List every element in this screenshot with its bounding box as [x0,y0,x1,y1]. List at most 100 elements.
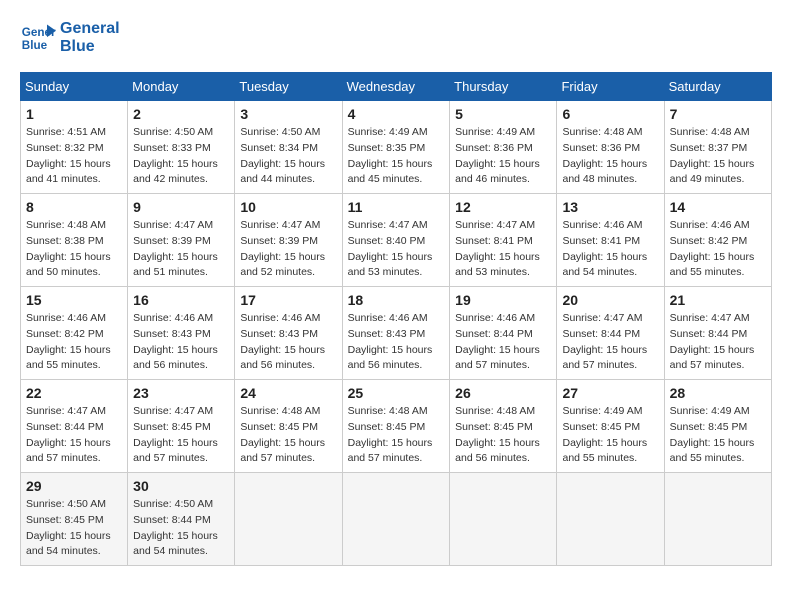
day-number: 25 [348,385,445,401]
day-info: Sunrise: 4:49 AMSunset: 8:35 PMDaylight:… [348,125,445,188]
cell-week1-col5: 6 Sunrise: 4:48 AMSunset: 8:36 PMDayligh… [557,101,664,194]
day-number: 8 [26,199,122,215]
day-info: Sunrise: 4:49 AMSunset: 8:45 PMDaylight:… [670,404,766,467]
page-header: General Blue General Blue [20,20,772,56]
day-info: Sunrise: 4:47 AMSunset: 8:39 PMDaylight:… [133,218,229,281]
week-row-1: 1 Sunrise: 4:51 AMSunset: 8:32 PMDayligh… [21,101,772,194]
day-number: 26 [455,385,551,401]
day-info: Sunrise: 4:48 AMSunset: 8:45 PMDaylight:… [455,404,551,467]
week-row-4: 22 Sunrise: 4:47 AMSunset: 8:44 PMDaylig… [21,380,772,473]
day-number: 11 [348,199,445,215]
day-number: 15 [26,292,122,308]
cell-week3-col4: 19 Sunrise: 4:46 AMSunset: 8:44 PMDaylig… [450,287,557,380]
cell-week4-col5: 27 Sunrise: 4:49 AMSunset: 8:45 PMDaylig… [557,380,664,473]
day-number: 24 [240,385,336,401]
day-info: Sunrise: 4:48 AMSunset: 8:36 PMDaylight:… [562,125,658,188]
cell-week4-col3: 25 Sunrise: 4:48 AMSunset: 8:45 PMDaylig… [342,380,450,473]
day-number: 1 [26,106,122,122]
cell-week2-col1: 9 Sunrise: 4:47 AMSunset: 8:39 PMDayligh… [128,194,235,287]
day-number: 16 [133,292,229,308]
cell-week2-col6: 14 Sunrise: 4:46 AMSunset: 8:42 PMDaylig… [664,194,771,287]
logo-icon: General Blue [20,20,56,56]
day-info: Sunrise: 4:47 AMSunset: 8:44 PMDaylight:… [562,311,658,374]
day-info: Sunrise: 4:47 AMSunset: 8:45 PMDaylight:… [133,404,229,467]
cell-week3-col5: 20 Sunrise: 4:47 AMSunset: 8:44 PMDaylig… [557,287,664,380]
day-info: Sunrise: 4:50 AMSunset: 8:44 PMDaylight:… [133,497,229,560]
header-monday: Monday [128,73,235,101]
day-number: 5 [455,106,551,122]
cell-week5-col3 [342,473,450,566]
cell-week2-col3: 11 Sunrise: 4:47 AMSunset: 8:40 PMDaylig… [342,194,450,287]
day-number: 6 [562,106,658,122]
header-friday: Friday [557,73,664,101]
logo: General Blue General Blue [20,20,120,56]
logo-text-blue: Blue [60,38,120,56]
day-info: Sunrise: 4:47 AMSunset: 8:39 PMDaylight:… [240,218,336,281]
cell-week4-col1: 23 Sunrise: 4:47 AMSunset: 8:45 PMDaylig… [128,380,235,473]
cell-week1-col1: 2 Sunrise: 4:50 AMSunset: 8:33 PMDayligh… [128,101,235,194]
cell-week1-col0: 1 Sunrise: 4:51 AMSunset: 8:32 PMDayligh… [21,101,128,194]
calendar-table: Sunday Monday Tuesday Wednesday Thursday… [20,72,772,566]
cell-week4-col4: 26 Sunrise: 4:48 AMSunset: 8:45 PMDaylig… [450,380,557,473]
cell-week4-col0: 22 Sunrise: 4:47 AMSunset: 8:44 PMDaylig… [21,380,128,473]
day-info: Sunrise: 4:50 AMSunset: 8:34 PMDaylight:… [240,125,336,188]
cell-week2-col4: 12 Sunrise: 4:47 AMSunset: 8:41 PMDaylig… [450,194,557,287]
day-number: 4 [348,106,445,122]
day-number: 17 [240,292,336,308]
day-number: 19 [455,292,551,308]
week-row-2: 8 Sunrise: 4:48 AMSunset: 8:38 PMDayligh… [21,194,772,287]
day-info: Sunrise: 4:49 AMSunset: 8:45 PMDaylight:… [562,404,658,467]
day-info: Sunrise: 4:46 AMSunset: 8:44 PMDaylight:… [455,311,551,374]
cell-week5-col5 [557,473,664,566]
cell-week1-col4: 5 Sunrise: 4:49 AMSunset: 8:36 PMDayligh… [450,101,557,194]
header-tuesday: Tuesday [235,73,342,101]
day-info: Sunrise: 4:47 AMSunset: 8:40 PMDaylight:… [348,218,445,281]
day-info: Sunrise: 4:49 AMSunset: 8:36 PMDaylight:… [455,125,551,188]
cell-week5-col2 [235,473,342,566]
day-info: Sunrise: 4:50 AMSunset: 8:45 PMDaylight:… [26,497,122,560]
day-number: 14 [670,199,766,215]
day-number: 7 [670,106,766,122]
cell-week1-col2: 3 Sunrise: 4:50 AMSunset: 8:34 PMDayligh… [235,101,342,194]
cell-week3-col3: 18 Sunrise: 4:46 AMSunset: 8:43 PMDaylig… [342,287,450,380]
day-number: 20 [562,292,658,308]
header-thursday: Thursday [450,73,557,101]
header-sunday: Sunday [21,73,128,101]
day-info: Sunrise: 4:48 AMSunset: 8:38 PMDaylight:… [26,218,122,281]
cell-week3-col0: 15 Sunrise: 4:46 AMSunset: 8:42 PMDaylig… [21,287,128,380]
day-number: 13 [562,199,658,215]
cell-week2-col0: 8 Sunrise: 4:48 AMSunset: 8:38 PMDayligh… [21,194,128,287]
cell-week2-col5: 13 Sunrise: 4:46 AMSunset: 8:41 PMDaylig… [557,194,664,287]
cell-week3-col2: 17 Sunrise: 4:46 AMSunset: 8:43 PMDaylig… [235,287,342,380]
day-number: 12 [455,199,551,215]
day-number: 9 [133,199,229,215]
day-number: 10 [240,199,336,215]
cell-week4-col2: 24 Sunrise: 4:48 AMSunset: 8:45 PMDaylig… [235,380,342,473]
day-number: 30 [133,478,229,494]
cell-week3-col1: 16 Sunrise: 4:46 AMSunset: 8:43 PMDaylig… [128,287,235,380]
week-row-5: 29 Sunrise: 4:50 AMSunset: 8:45 PMDaylig… [21,473,772,566]
header-saturday: Saturday [664,73,771,101]
day-info: Sunrise: 4:48 AMSunset: 8:45 PMDaylight:… [240,404,336,467]
weekday-header-row: Sunday Monday Tuesday Wednesday Thursday… [21,73,772,101]
logo-text-general: General [60,20,120,38]
day-number: 27 [562,385,658,401]
day-number: 2 [133,106,229,122]
day-number: 22 [26,385,122,401]
day-info: Sunrise: 4:50 AMSunset: 8:33 PMDaylight:… [133,125,229,188]
day-info: Sunrise: 4:51 AMSunset: 8:32 PMDaylight:… [26,125,122,188]
day-info: Sunrise: 4:48 AMSunset: 8:45 PMDaylight:… [348,404,445,467]
day-info: Sunrise: 4:46 AMSunset: 8:43 PMDaylight:… [133,311,229,374]
day-info: Sunrise: 4:47 AMSunset: 8:44 PMDaylight:… [670,311,766,374]
day-info: Sunrise: 4:46 AMSunset: 8:43 PMDaylight:… [348,311,445,374]
day-info: Sunrise: 4:46 AMSunset: 8:42 PMDaylight:… [670,218,766,281]
cell-week2-col2: 10 Sunrise: 4:47 AMSunset: 8:39 PMDaylig… [235,194,342,287]
cell-week5-col0: 29 Sunrise: 4:50 AMSunset: 8:45 PMDaylig… [21,473,128,566]
day-number: 28 [670,385,766,401]
day-info: Sunrise: 4:46 AMSunset: 8:43 PMDaylight:… [240,311,336,374]
day-info: Sunrise: 4:47 AMSunset: 8:44 PMDaylight:… [26,404,122,467]
cell-week1-col3: 4 Sunrise: 4:49 AMSunset: 8:35 PMDayligh… [342,101,450,194]
week-row-3: 15 Sunrise: 4:46 AMSunset: 8:42 PMDaylig… [21,287,772,380]
cell-week5-col6 [664,473,771,566]
day-number: 23 [133,385,229,401]
